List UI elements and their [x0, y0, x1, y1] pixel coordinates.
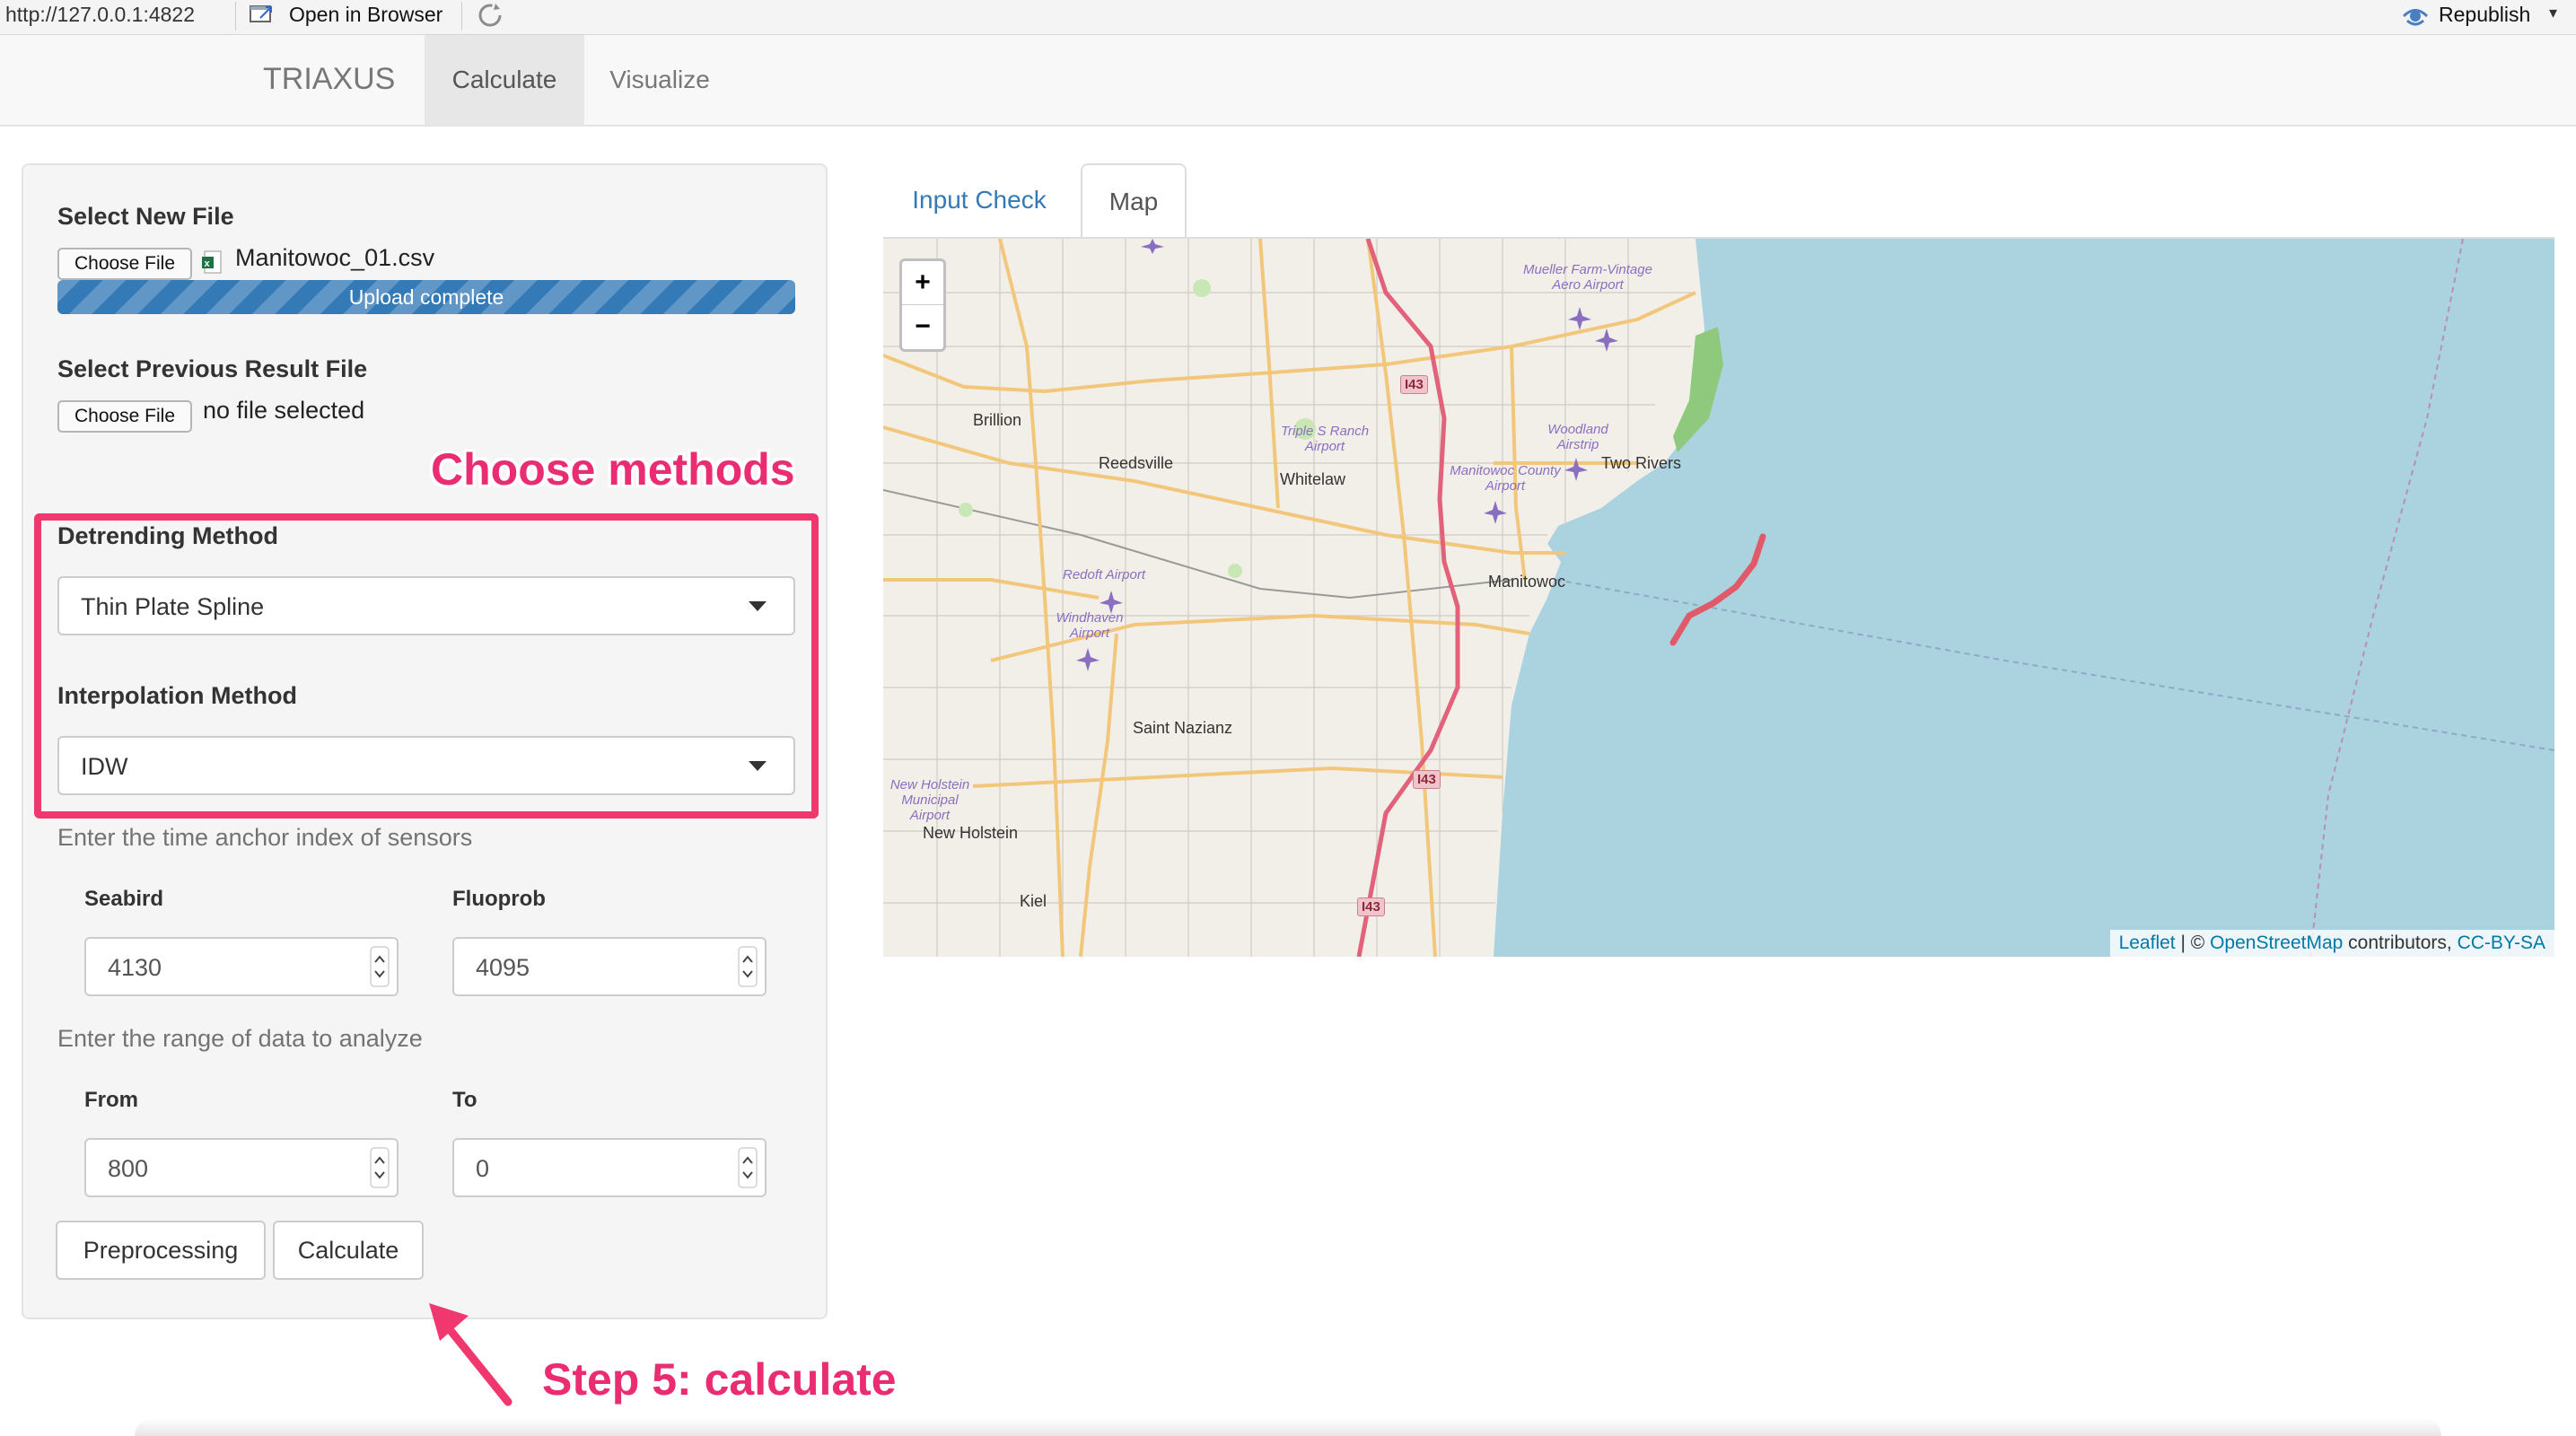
number-spinner-icon[interactable] — [738, 1147, 758, 1188]
preprocessing-button[interactable]: Preprocessing — [56, 1221, 266, 1280]
range-help: Enter the range of data to analyze — [57, 1025, 423, 1052]
upload-progress-bar: Upload complete — [57, 280, 795, 314]
to-value: 0 — [476, 1155, 490, 1182]
excel-file-icon: x — [202, 250, 222, 274]
map-place-label: Reedsville — [1099, 454, 1174, 472]
prev-file-label: Select Previous Result File — [57, 355, 368, 382]
fluoprob-label: Fluoprob — [452, 887, 546, 911]
chevron-down-icon[interactable]: ▾ — [2549, 4, 2557, 22]
map-airport-label: Redoft Airport — [1063, 567, 1145, 582]
fluoprob-input[interactable]: 4095 — [452, 937, 767, 996]
svg-text:x: x — [205, 258, 211, 269]
open-in-browser-button[interactable]: Open in Browser — [289, 3, 442, 27]
fluoprob-value: 4095 — [476, 954, 530, 981]
map-attribution: Leaflet | © OpenStreetMap contributors, … — [2109, 930, 2554, 957]
app-navbar: TRIAXUS Calculate Visualize — [0, 35, 2576, 127]
number-spinner-icon[interactable] — [370, 946, 390, 987]
from-value: 800 — [108, 1155, 149, 1182]
highway-shield: I43 — [1357, 898, 1385, 916]
seabird-label: Seabird — [84, 887, 164, 911]
toolbar-separator — [461, 2, 462, 31]
upload-status-text: Upload complete — [348, 285, 504, 309]
calculate-button[interactable]: Calculate — [273, 1221, 424, 1280]
map-place-label: Manitowoc — [1488, 573, 1566, 591]
highway-shield: I43 — [1413, 770, 1441, 789]
map-place-label: Whitelaw — [1280, 470, 1346, 488]
map-airport-label: Triple S Ranch Airport — [1280, 424, 1370, 454]
from-input[interactable]: 800 — [84, 1138, 399, 1197]
map-place-label: New Holstein — [923, 824, 1019, 842]
republish-button[interactable]: Republish — [2439, 3, 2530, 27]
attribution-separator: | © — [2175, 933, 2211, 953]
map-airport-label: Woodland Airstrip — [1547, 422, 1608, 452]
map-airport-label: Mueller Farm-Vintage Aero Airport — [1523, 262, 1652, 293]
seabird-value: 4130 — [108, 954, 162, 981]
app-brand: TRIAXUS — [263, 62, 396, 96]
to-label: To — [452, 1088, 478, 1112]
new-file-name: Manitowoc_01.csv — [235, 244, 435, 271]
tab-input-check[interactable]: Input Check — [898, 163, 1061, 237]
open-in-browser-icon[interactable] — [250, 4, 275, 23]
choose-prev-file-button[interactable]: Choose File — [57, 400, 192, 433]
zoom-out-button[interactable]: − — [902, 305, 943, 348]
republish-icon[interactable] — [2400, 3, 2431, 30]
tab-calculate[interactable]: Calculate — [425, 35, 584, 125]
tab-map[interactable]: Map — [1081, 163, 1187, 239]
leaflet-map[interactable]: Brillion Reedsville Whitelaw Two Rivers … — [883, 239, 2554, 957]
attribution-contributors: contributors, — [2343, 933, 2458, 953]
zoom-in-button[interactable]: + — [902, 261, 943, 305]
map-airport-label: New Holstein Municipal Airport — [889, 777, 970, 823]
highlight-box — [34, 513, 819, 819]
tab-visualize[interactable]: Visualize — [592, 35, 727, 125]
map-place-label: Saint Nazianz — [1133, 719, 1233, 737]
time-anchor-help: Enter the time anchor index of sensors — [57, 824, 473, 851]
map-place-label: Two Rivers — [1601, 454, 1682, 472]
refresh-icon[interactable] — [476, 1, 504, 30]
toolbar-separator — [235, 2, 236, 31]
prev-file-name: no file selected — [203, 397, 365, 424]
leaflet-link[interactable]: Leaflet — [2119, 933, 2176, 954]
viewer-url: http://127.0.0.1:4822 — [5, 3, 196, 26]
to-input[interactable]: 0 — [452, 1138, 767, 1197]
license-link[interactable]: CC-BY-SA — [2458, 933, 2545, 954]
osm-link[interactable]: OpenStreetMap — [2210, 933, 2343, 954]
map-tiles — [883, 239, 2554, 957]
window-edge-shadow — [135, 1418, 2441, 1436]
seabird-input[interactable]: 4130 — [84, 937, 399, 996]
map-place-label: Kiel — [1020, 892, 1047, 910]
annotation-choose-methods: Choose methods — [431, 444, 795, 495]
new-file-label: Select New File — [57, 203, 234, 230]
zoom-control: + − — [899, 258, 946, 352]
map-place-label: Brillion — [973, 411, 1022, 429]
number-spinner-icon[interactable] — [370, 1147, 390, 1188]
annotation-step5: Step 5: calculate — [542, 1354, 897, 1405]
arrow-icon — [429, 1303, 513, 1406]
viewer-toolbar: http://127.0.0.1:4822 Open in Browser Re… — [0, 0, 2576, 35]
map-airport-label: Windhaven Airport — [1056, 610, 1124, 641]
from-label: From — [84, 1088, 138, 1112]
number-spinner-icon[interactable] — [738, 946, 758, 987]
map-airport-label: Manitowoc County Airport — [1450, 463, 1561, 494]
choose-new-file-button[interactable]: Choose File — [57, 248, 192, 280]
highway-shield: I43 — [1400, 375, 1428, 394]
